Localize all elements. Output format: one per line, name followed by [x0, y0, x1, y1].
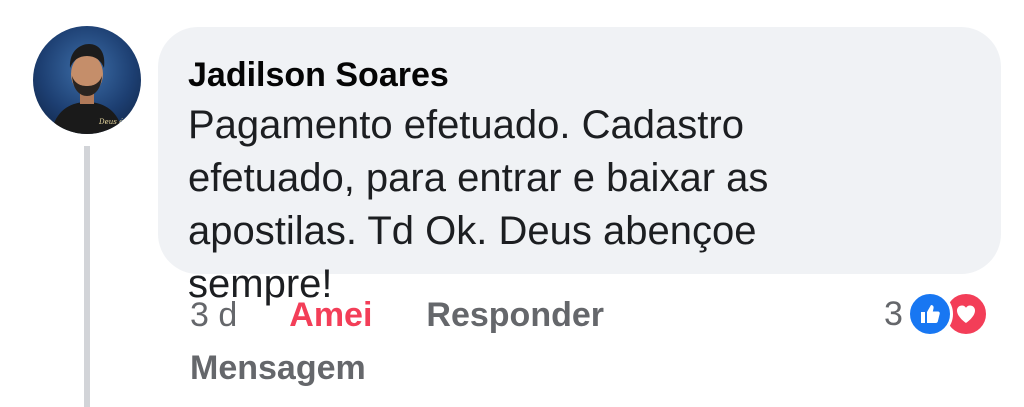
svg-text:Deus é Fiel: Deus é Fiel — [98, 118, 139, 126]
message-button[interactable]: Mensagem — [190, 348, 366, 388]
avatar[interactable]: Deus é Fiel — [33, 26, 141, 134]
avatar-portrait-icon: Deus é Fiel — [51, 44, 139, 134]
comment-time[interactable]: 3 d — [190, 295, 237, 335]
comment-bubble: Jadilson Soares Pagamento efetuado. Cada… — [158, 27, 1001, 306]
comment-container: Deus é Fiel Jadilson Soares Pagamento ef… — [0, 0, 1024, 407]
react-button[interactable]: Amei — [289, 295, 372, 335]
comment-actions: 3 d Amei Responder — [190, 295, 604, 335]
comment-text: Pagamento efetuado. Cadastro efetuado, p… — [188, 103, 769, 306]
reply-button[interactable]: Responder — [426, 295, 604, 335]
reaction-summary[interactable]: 3 — [884, 291, 989, 337]
like-icon — [906, 291, 953, 337]
reaction-count: 3 — [884, 295, 903, 333]
thread-line — [84, 146, 90, 407]
comment-author[interactable]: Jadilson Soares — [188, 55, 971, 95]
